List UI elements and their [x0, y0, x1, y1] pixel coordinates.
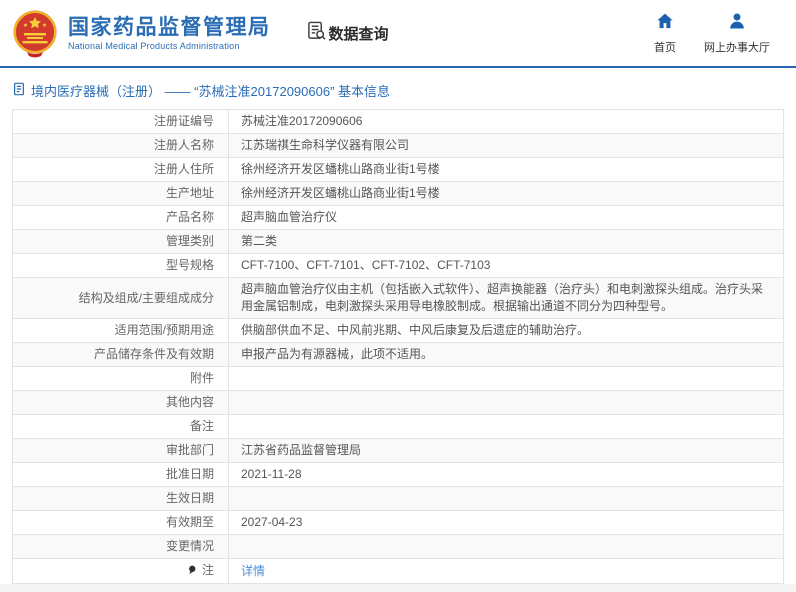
table-row: 注册人名称 江苏瑞祺生命科学仪器有限公司 — [12, 133, 784, 158]
row-value — [228, 534, 784, 559]
footer-strip — [0, 584, 796, 592]
table-row: 适用范围/预期用途 供脑部供血不足、中风前兆期、中风后康复及后遗症的辅助治疗。 — [12, 318, 784, 343]
row-value: 2021-11-28 — [228, 462, 784, 487]
data-query-tab[interactable]: 数据查询 — [307, 21, 389, 45]
row-label: 备注 — [12, 414, 229, 439]
header: 国家药品监督管理局 National Medical Products Admi… — [0, 0, 796, 66]
header-nav: 首页 网上办事大厅 — [654, 11, 782, 55]
table-row: 附件 — [12, 366, 784, 391]
row-value: 徐州经济开发区蟠桃山路商业街1号楼 — [228, 181, 784, 206]
row-label: 附件 — [12, 366, 229, 391]
details-link[interactable]: 详情 — [241, 564, 265, 578]
table-row: 备注 — [12, 414, 784, 439]
brand-title: 国家药品监督管理局 — [68, 16, 271, 39]
row-label: 生效日期 — [12, 486, 229, 511]
row-label: 产品储存条件及有效期 — [12, 342, 229, 367]
row-value: 详情 — [228, 558, 784, 584]
table-row: 批准日期 2021-11-28 — [12, 462, 784, 487]
table-row: 管理类别 第二类 — [12, 229, 784, 254]
table-row: 审批部门 江苏省药品监督管理局 — [12, 438, 784, 463]
row-label: 批准日期 — [12, 462, 229, 487]
brand-subtitle: National Medical Products Administration — [68, 41, 240, 51]
nav-item-label: 网上办事大厅 — [704, 42, 770, 54]
row-label: 型号规格 — [12, 253, 229, 278]
row-label: 适用范围/预期用途 — [12, 318, 229, 343]
table-row: 生效日期 — [12, 486, 784, 511]
row-label: 生产地址 — [12, 181, 229, 206]
row-value: 第二类 — [228, 229, 784, 254]
nav-item-service-hall[interactable]: 网上办事大厅 — [704, 11, 770, 55]
table-row: 产品名称 超声脑血管治疗仪 — [12, 205, 784, 230]
breadcrumb-text: 境内医疗器械（注册） —— “苏械注准20172090606” 基本信息 — [31, 84, 391, 99]
pin-icon — [187, 563, 197, 580]
info-table-body: 注册证编号 苏械注准20172090606 注册人名称 江苏瑞祺生命科学仪器有限公司注… — [12, 109, 784, 584]
row-label: 有效期至 — [12, 510, 229, 535]
row-value: 超声脑血管治疗仪由主机（包括嵌入式软件）、超声换能器（治疗头）和电刺激探头组成。… — [228, 277, 784, 319]
row-label: 注册人名称 — [12, 133, 229, 158]
table-row: 结构及组成/主要组成成分 超声脑血管治疗仪由主机（包括嵌入式软件）、超声换能器（治… — [12, 277, 784, 319]
row-value: 超声脑血管治疗仪 — [228, 205, 784, 230]
table-row: 变更情况 — [12, 534, 784, 559]
table-row: 注详情 — [12, 558, 784, 584]
row-label: 其他内容 — [12, 390, 229, 415]
table-row: 其他内容 — [12, 390, 784, 415]
table-row: 型号规格 CFT-7100、CFT-7101、CFT-7102、CFT-7103 — [12, 253, 784, 278]
row-value — [228, 366, 784, 391]
row-label: 注 — [12, 558, 229, 584]
row-value: 江苏瑞祺生命科学仪器有限公司 — [228, 133, 784, 158]
row-value: 徐州经济开发区蟠桃山路商业街1号楼 — [228, 157, 784, 182]
row-label: 审批部门 — [12, 438, 229, 463]
header-divider — [0, 66, 796, 68]
breadcrumb: 境内医疗器械（注册） —— “苏械注准20172090606” 基本信息 — [12, 81, 784, 100]
row-value: 江苏省药品监督管理局 — [228, 438, 784, 463]
row-label: 变更情况 — [12, 534, 229, 559]
row-label: 结构及组成/主要组成成分 — [12, 277, 229, 319]
row-label: 管理类别 — [12, 229, 229, 254]
row-value — [228, 486, 784, 511]
row-label: 注册人住所 — [12, 157, 229, 182]
home-icon — [655, 11, 675, 36]
table-row: 注册人住所 徐州经济开发区蟠桃山路商业街1号楼 — [12, 157, 784, 182]
nav-item-label: 首页 — [654, 42, 676, 54]
row-value: 苏械注准20172090606 — [228, 109, 784, 134]
row-label: 产品名称 — [12, 205, 229, 230]
info-table: 注册证编号 苏械注准20172090606 注册人名称 江苏瑞祺生命科学仪器有限公司注… — [12, 109, 784, 584]
nmpa-emblem-icon — [10, 8, 60, 58]
row-value: 2027-04-23 — [228, 510, 784, 535]
table-row: 产品储存条件及有效期 申报产品为有源器械，此项不适用。 — [12, 342, 784, 367]
table-row: 有效期至 2027-04-23 — [12, 510, 784, 535]
row-value: CFT-7100、CFT-7101、CFT-7102、CFT-7103 — [228, 253, 784, 278]
nav-item-home[interactable]: 首页 — [654, 11, 676, 55]
row-value: 申报产品为有源器械，此项不适用。 — [228, 342, 784, 367]
user-icon — [727, 11, 747, 36]
row-label: 注册证编号 — [12, 109, 229, 134]
row-value — [228, 414, 784, 439]
data-query-icon — [307, 21, 326, 45]
document-icon — [12, 82, 26, 99]
brand-block: 国家药品监督管理局 National Medical Products Admi… — [68, 15, 271, 51]
row-value: 供脑部供血不足、中风前兆期、中风后康复及后遗症的辅助治疗。 — [228, 318, 784, 343]
table-row: 生产地址 徐州经济开发区蟠桃山路商业街1号楼 — [12, 181, 784, 206]
table-row: 注册证编号 苏械注准20172090606 — [12, 109, 784, 134]
data-query-label: 数据查询 — [328, 25, 389, 43]
row-value — [228, 390, 784, 415]
